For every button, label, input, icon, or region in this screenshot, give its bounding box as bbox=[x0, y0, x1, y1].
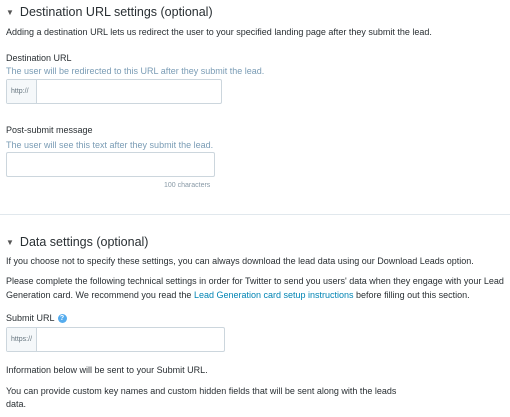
question-circle-icon[interactable]: ? bbox=[57, 314, 67, 324]
post-submit-hint: The user will see this text after they s… bbox=[6, 140, 214, 150]
data-settings-intro: If you choose not to specify these setti… bbox=[6, 256, 474, 266]
data-settings-paragraph-line1: Please complete the following technical … bbox=[6, 276, 504, 286]
destination-description: Adding a destination URL lets us redirec… bbox=[6, 27, 432, 37]
data-settings-section-toggle[interactable]: ▼ Data settings (optional) bbox=[6, 235, 148, 249]
section-divider bbox=[0, 214, 510, 215]
paragraph-text-pre: Generation card. We recommend you read t… bbox=[6, 290, 194, 300]
triangle-down-icon: ▼ bbox=[6, 7, 14, 17]
custom-fields-text-line1: You can provide custom key names and cus… bbox=[6, 386, 397, 396]
post-submit-label: Post-submit message bbox=[6, 125, 93, 135]
destination-url-hint: The user will be redirected to this URL … bbox=[6, 66, 265, 76]
data-settings-section-title: Data settings (optional) bbox=[19, 235, 149, 249]
destination-url-input[interactable] bbox=[37, 80, 221, 103]
submit-url-field: https:// bbox=[6, 327, 225, 352]
submit-url-label: Submit URL bbox=[6, 313, 55, 323]
destination-url-field: http:// bbox=[6, 79, 222, 104]
triangle-down-icon: ▼ bbox=[6, 237, 14, 247]
lead-gen-settings-page: ▼ Destination URL settings (optional) Ad… bbox=[0, 0, 510, 417]
submit-url-input[interactable] bbox=[37, 328, 224, 351]
setup-instructions-link[interactable]: Lead Generation card setup instructions bbox=[194, 290, 354, 300]
char-count: 100 characters bbox=[164, 182, 211, 189]
custom-fields-text-line2: data. bbox=[6, 399, 27, 409]
destination-section-title: Destination URL settings (optional) bbox=[19, 5, 213, 19]
destination-url-prefix: http:// bbox=[7, 80, 37, 103]
submit-url-info: Information below will be sent to your S… bbox=[6, 365, 208, 375]
submit-url-prefix: https:// bbox=[7, 328, 37, 351]
paragraph-text-post: before filling out this section. bbox=[353, 290, 470, 300]
destination-section-toggle[interactable]: ▼ Destination URL settings (optional) bbox=[6, 5, 213, 19]
destination-url-label: Destination URL bbox=[6, 53, 72, 63]
post-submit-input[interactable] bbox=[6, 152, 215, 177]
submit-url-label-row: Submit URL? bbox=[6, 313, 67, 324]
data-settings-paragraph-line2: Generation card. We recommend you read t… bbox=[6, 290, 470, 300]
